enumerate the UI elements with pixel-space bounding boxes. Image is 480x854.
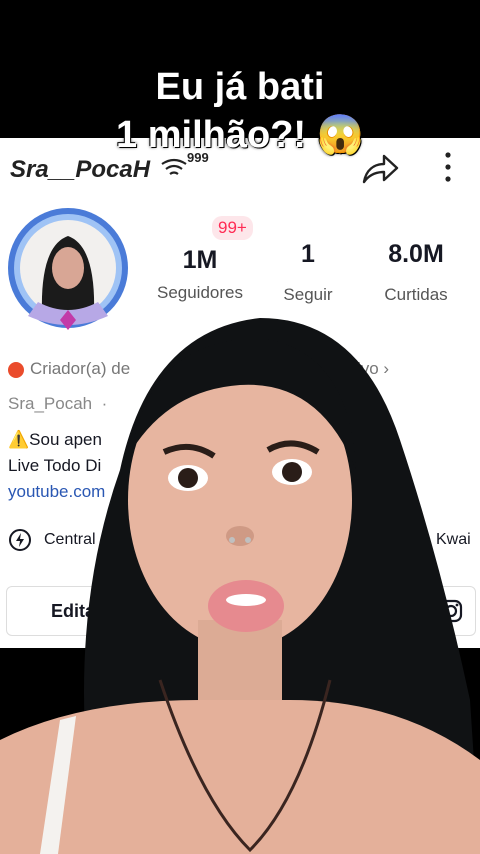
likes-stat[interactable]: 8.0M Curtidas [372, 240, 460, 305]
wifi-icon [161, 158, 187, 175]
caption-line-1: Eu já bati [155, 66, 325, 108]
following-count: 1 [301, 240, 315, 268]
followers-stat[interactable]: 1M Seguidores [148, 246, 252, 303]
following-stat[interactable]: 1 Seguir [270, 240, 346, 305]
likes-count: 8.0M [388, 240, 444, 268]
profile-username: Sra__PocaH [10, 156, 151, 183]
followers-count: 1M [182, 246, 218, 274]
caption-line-2: 1 milhão?! 😱 [116, 114, 364, 156]
notification-badge: 99+ [212, 216, 253, 240]
person-cutout [0, 318, 480, 854]
